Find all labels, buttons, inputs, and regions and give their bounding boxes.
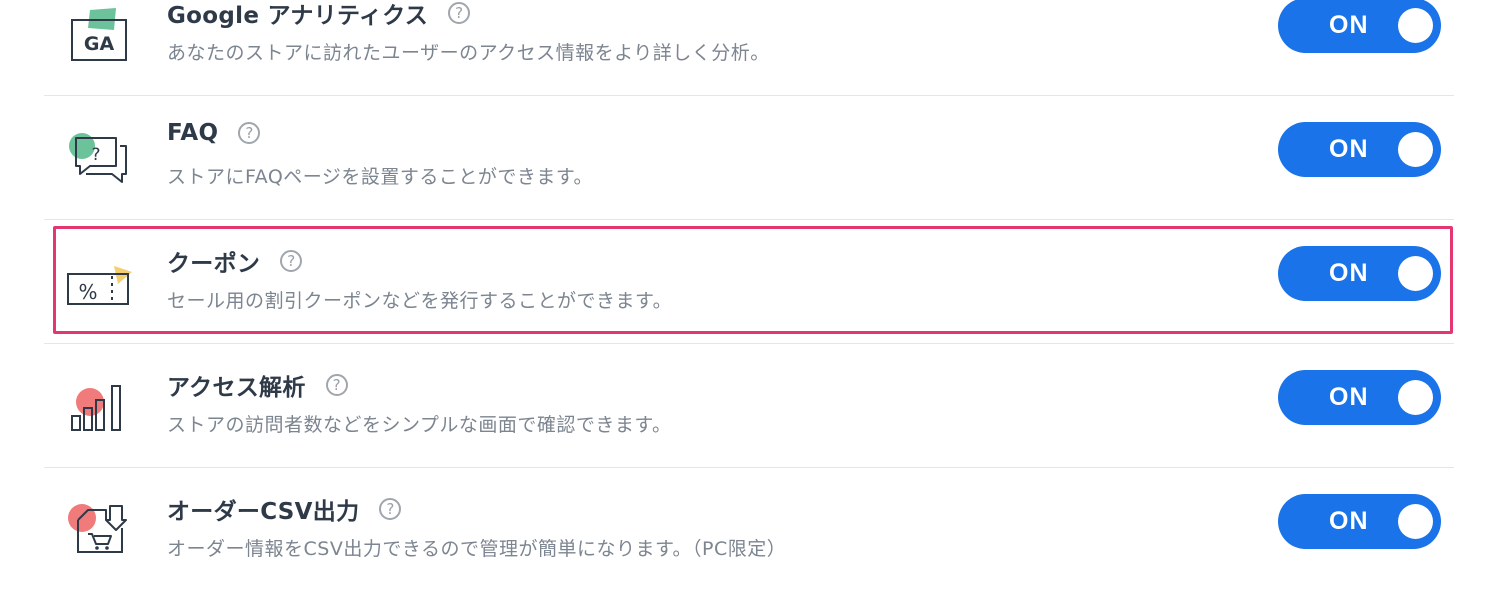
toggle-label: ON <box>1329 383 1369 411</box>
faq-toggle[interactable]: ON <box>1278 122 1441 177</box>
order-csv-toggle[interactable]: ON <box>1278 494 1441 549</box>
toggle-knob <box>1398 504 1433 539</box>
google-analytics-icon: GA <box>66 2 136 66</box>
feature-description: あなたのストアに訪れたユーザーのアクセス情報をより詳しく分析。 <box>167 42 770 64</box>
faq-chat-icon: ? <box>66 126 136 190</box>
toggle-label: ON <box>1329 507 1369 535</box>
feature-description: ストアにFAQページを設置することができます。 <box>167 166 594 188</box>
ga-icon-text: GA <box>84 33 115 55</box>
faq-icon-text: ? <box>91 145 100 165</box>
coupon-highlight-box <box>53 226 1453 334</box>
help-icon[interactable]: ? <box>448 2 471 24</box>
toggle-knob <box>1398 132 1433 167</box>
access-analytics-toggle[interactable]: ON <box>1278 370 1441 425</box>
feature-title: FAQ <box>167 120 219 146</box>
feature-title: オーダーCSV出力 <box>167 499 360 525</box>
google-analytics-toggle[interactable]: ON <box>1278 0 1441 53</box>
help-icon[interactable]: ? <box>238 122 261 144</box>
help-icon[interactable]: ? <box>325 374 348 396</box>
feature-row-google-analytics: GA Google アナリティクス ? あなたのストアに訪れたユーザーのアクセス… <box>44 0 1454 96</box>
feature-row-faq: ? FAQ ? ストアにFAQページを設置することができます。 ON <box>44 96 1454 220</box>
toggle-label: ON <box>1329 135 1369 163</box>
feature-title: アクセス解析 <box>167 375 306 401</box>
toggle-label: ON <box>1329 11 1369 39</box>
bar-chart-icon <box>66 374 136 438</box>
feature-row-order-csv: オーダーCSV出力 ? オーダー情報をCSV出力できるので管理が簡単になります。… <box>44 468 1454 592</box>
toggle-knob <box>1398 380 1433 415</box>
feature-description: ストアの訪問者数などをシンプルな画面で確認できます。 <box>167 414 672 436</box>
toggle-knob <box>1398 8 1433 43</box>
feature-description: オーダー情報をCSV出力できるので管理が簡単になります。（PC限定） <box>167 538 787 560</box>
csv-download-icon <box>66 498 136 562</box>
feature-title: Google アナリティクス <box>167 3 429 29</box>
help-icon[interactable]: ? <box>379 498 402 520</box>
feature-row-access-analytics: アクセス解析 ? ストアの訪問者数などをシンプルな画面で確認できます。 ON <box>44 344 1454 468</box>
